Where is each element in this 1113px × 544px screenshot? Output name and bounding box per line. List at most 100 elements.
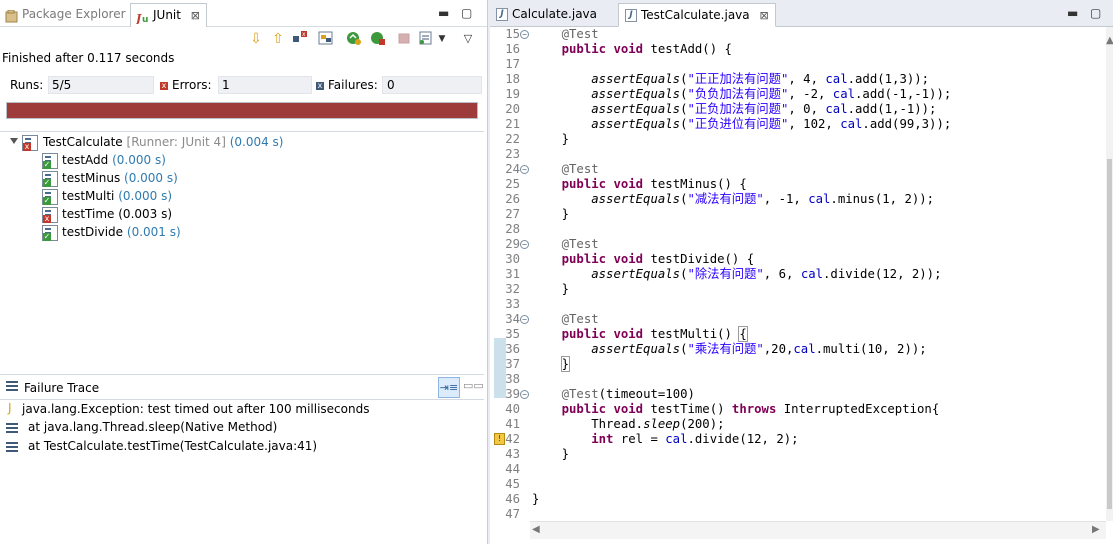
- divider: [0, 399, 484, 400]
- failure-trace-title: Failure Trace: [24, 381, 100, 395]
- code-line: 23: [505, 147, 520, 161]
- scroll-left-icon[interactable]: ◀: [532, 524, 540, 535]
- rerun-failures-first-icon[interactable]: [370, 30, 386, 48]
- stack-frame-icon: [6, 442, 18, 452]
- chevron-down-icon[interactable]: ▼: [434, 30, 450, 48]
- package-explorer-icon: [5, 8, 19, 23]
- vertical-scrollbar[interactable]: ▲: [1106, 27, 1113, 521]
- tree-item-name: testAdd: [62, 153, 109, 167]
- horizontal-scrollbar[interactable]: ◀ ▶: [530, 521, 1106, 539]
- code-line: 31 assertEquals("除法有问题", 6, cal.divide(1…: [505, 267, 942, 281]
- code-line: 29− @Test: [505, 237, 599, 251]
- progress-bar-fill: [7, 103, 477, 118]
- java-file-icon: J: [496, 8, 508, 21]
- failures-label-group: x Failures:: [316, 78, 378, 92]
- code-line: 34− @Test: [505, 312, 599, 326]
- code-line: 43 }: [505, 447, 570, 461]
- failures-value: 0: [387, 78, 395, 92]
- test-pass-icon: ✓: [42, 153, 58, 169]
- code-line: 30 public void testDivide() {: [505, 252, 755, 266]
- code-line: 21 assertEquals("正负进位有问题", 102, cal.add(…: [505, 117, 952, 131]
- code-line: 35 public void testMulti() {: [505, 326, 748, 342]
- view-menu-icon[interactable]: ▽: [460, 30, 476, 48]
- tab-calculate-java[interactable]: J Calculate.java: [490, 3, 603, 27]
- tab-package-explorer-label: Package Explorer: [22, 7, 126, 21]
- failures-box: [382, 76, 482, 94]
- tab-label: TestCalculate.java: [641, 8, 750, 22]
- fold-icon[interactable]: −: [520, 165, 529, 174]
- close-icon[interactable]: ⊠: [191, 5, 200, 27]
- tree-root-time: (0.004 s): [229, 135, 284, 149]
- tab-testcalculate-java[interactable]: J TestCalculate.java ⊠: [618, 3, 776, 27]
- code-line: 24− @Test: [505, 162, 599, 176]
- code-line: 47: [505, 507, 520, 521]
- compare-results-icon[interactable]: ▭▭: [463, 379, 484, 392]
- test-run-history-icon[interactable]: [418, 30, 434, 48]
- tab-junit[interactable]: Ju JUnit ⊠: [130, 3, 208, 27]
- errors-label-group: x Errors:: [160, 78, 212, 92]
- code-line: 45: [505, 477, 520, 491]
- fold-icon[interactable]: −: [520, 315, 529, 324]
- errors-box: [218, 76, 312, 94]
- code-line: 15− @Test: [505, 27, 599, 41]
- scroll-up-icon[interactable]: ▲: [1106, 35, 1113, 46]
- close-icon[interactable]: ⊠: [759, 5, 768, 27]
- minimize-icon[interactable]: ▬: [1067, 6, 1078, 20]
- fold-icon[interactable]: −: [520, 390, 529, 399]
- errors-value: 1: [222, 78, 230, 92]
- editor-tab-bar: J Calculate.java J TestCalculate.java ⊠ …: [490, 0, 1113, 27]
- java-file-icon: J: [625, 9, 637, 22]
- code-line: 46}: [505, 492, 540, 506]
- next-failure-icon[interactable]: ⇩: [248, 30, 264, 48]
- left-tab-bar: Package Explorer Ju JUnit ⊠ ▬ ▢: [0, 0, 487, 27]
- code-line: 20 assertEquals("正负加法有问题", 0, cal.add(1,…: [505, 102, 937, 116]
- trace-line-text: at TestCalculate.testTime(TestCalculate.…: [28, 439, 318, 453]
- maximize-icon[interactable]: ▢: [1090, 6, 1101, 20]
- runs-label: Runs:: [10, 78, 44, 92]
- scrollbar-thumb[interactable]: [1107, 159, 1112, 509]
- tab-package-explorer[interactable]: Package Explorer: [0, 3, 132, 27]
- fold-icon[interactable]: −: [520, 30, 529, 39]
- minimize-icon[interactable]: ▬: [438, 6, 449, 20]
- test-counts: Runs: 5/5 x Errors: 1 x Failures: 0: [0, 76, 484, 94]
- code-line: 33: [505, 297, 520, 311]
- tree-root-name: TestCalculate: [43, 135, 123, 149]
- test-pass-icon: ✓: [42, 189, 58, 205]
- tree-item-time: (0.003 s): [118, 207, 173, 221]
- previous-failure-icon[interactable]: ⇧: [270, 30, 286, 48]
- code-line: 18 assertEquals("正正加法有问题", 4, cal.add(1,…: [505, 72, 930, 86]
- tab-junit-label: JUnit: [153, 8, 181, 22]
- expand-arrow-icon[interactable]: [10, 138, 18, 144]
- trace-line-text: java.lang.Exception: test timed out afte…: [22, 402, 370, 416]
- code-editor[interactable]: 15− @Test 16 public void testAdd() { 17 …: [490, 27, 1106, 521]
- code-line: 39− @Test(timeout=100): [505, 387, 695, 401]
- finished-status: Finished after 0.117 seconds: [2, 51, 175, 65]
- failure-icon: x: [316, 80, 324, 90]
- code-line: 26 assertEquals("减法有问题", -1, cal.minus(1…: [505, 192, 935, 206]
- editor-panel: J Calculate.java J TestCalculate.java ⊠ …: [490, 0, 1113, 544]
- code-line: 40 public void testTime() throws Interru…: [505, 402, 940, 416]
- rerun-test-icon[interactable]: [346, 30, 362, 48]
- fold-icon[interactable]: −: [520, 240, 529, 249]
- code-line: 19 assertEquals("负负加法有问题", -2, cal.add(-…: [505, 87, 952, 101]
- test-pass-icon: ✓: [42, 171, 58, 187]
- show-failures-only-icon[interactable]: x: [292, 30, 308, 48]
- code-line: 16 public void testAdd() {: [505, 42, 732, 56]
- code-line: 44: [505, 462, 520, 476]
- scroll-lock-icon[interactable]: [318, 30, 334, 48]
- filter-stack-trace-icon[interactable]: ⇥≡: [438, 377, 460, 398]
- junit-view-panel: Package Explorer Ju JUnit ⊠ ▬ ▢ ⇩ ⇧ x ▼ …: [0, 0, 488, 544]
- code-line: ! 42 int rel = cal.divide(12, 2);: [490, 432, 1106, 447]
- code-line: 25 public void testMinus() {: [505, 177, 747, 191]
- code-line: 22 }: [505, 132, 570, 146]
- test-error-icon: x: [42, 207, 58, 223]
- failures-label: Failures:: [328, 78, 378, 92]
- text-cursor: [569, 358, 571, 371]
- tree-item-name: testTime: [62, 207, 115, 221]
- test-pass-icon: ✓: [42, 225, 58, 241]
- stop-icon[interactable]: [396, 30, 412, 48]
- code-line: 36 assertEquals("乘法有问题",20,cal.multi(10,…: [505, 342, 927, 356]
- tree-item-time: (0.001 s): [126, 225, 181, 239]
- maximize-icon[interactable]: ▢: [461, 6, 472, 20]
- scroll-right-icon[interactable]: ▶: [1092, 524, 1100, 535]
